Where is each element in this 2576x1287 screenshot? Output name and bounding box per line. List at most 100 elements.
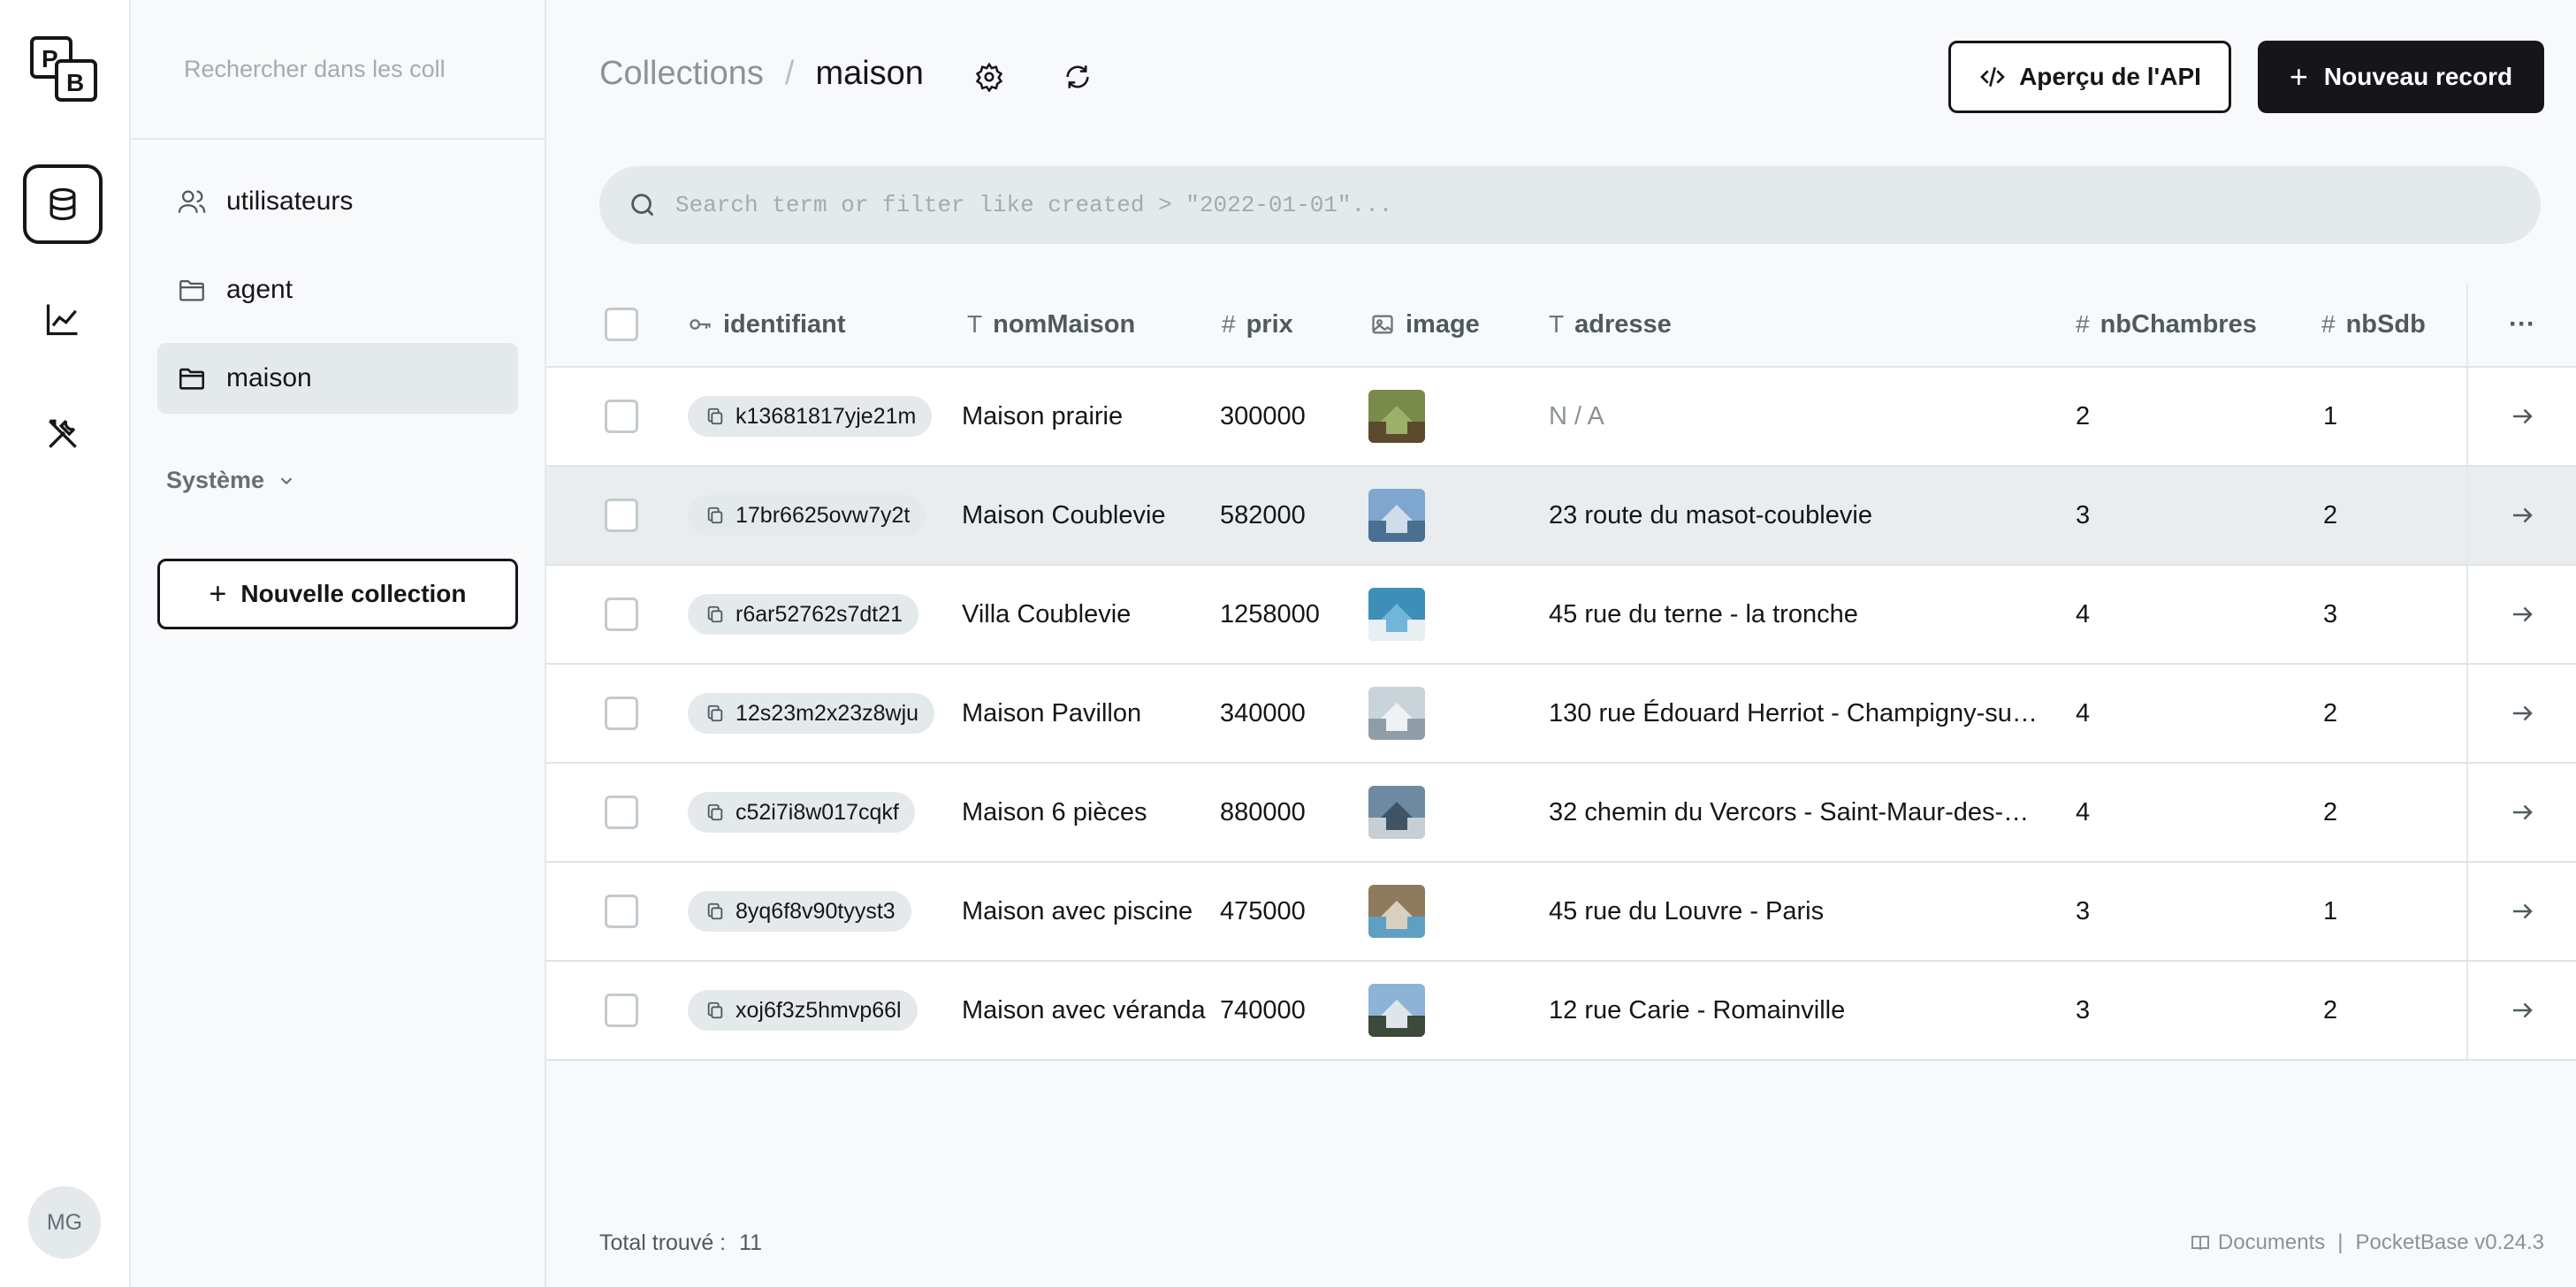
copy-icon	[707, 605, 723, 623]
house-thumbnail[interactable]	[1368, 984, 1425, 1037]
row-checkbox[interactable]	[605, 598, 638, 631]
table-row[interactable]: xoj6f3z5hmvp66l Maison avec véranda 7400…	[546, 962, 2576, 1061]
nomMaison-cell: Villa Coublevie	[962, 599, 1132, 628]
footer-links: Documents | PocketBase v0.24.3	[2190, 1230, 2544, 1255]
row-checkbox[interactable]	[605, 994, 638, 1027]
columns-menu-button[interactable]: ···	[2466, 283, 2576, 366]
rail-collections-button[interactable]	[23, 164, 103, 244]
house-thumbnail[interactable]	[1368, 390, 1425, 443]
column-header-identifiant[interactable]: identifiant	[688, 283, 846, 366]
arrow-right-icon	[2513, 804, 2533, 820]
documentation-link[interactable]: Documents	[2218, 1230, 2325, 1255]
record-id-chip[interactable]: c52i7i8w017cqkf	[688, 792, 915, 833]
row-checkbox[interactable]	[605, 499, 638, 532]
nbSdb-cell: 2	[2323, 995, 2338, 1024]
column-header-prix[interactable]: # prix	[1222, 283, 1293, 366]
row-select-cell	[605, 764, 638, 861]
collections-sidebar: utilisateurs agent maison Système + Nouv…	[131, 0, 546, 1287]
nbChambres-cell: 3	[2076, 896, 2091, 925]
id-cell: 8yq6f8v90tyyst3	[688, 863, 911, 960]
record-id-chip[interactable]: 17br6625ovw7y2t	[688, 495, 926, 536]
record-id-chip[interactable]: 8yq6f8v90tyyst3	[688, 891, 911, 932]
column-header-nbSdb[interactable]: # nbSdb	[2321, 283, 2426, 366]
select-all-cell	[605, 283, 638, 366]
image-icon	[1370, 312, 1395, 337]
image-cell	[1368, 566, 1425, 663]
new-collection-button[interactable]: + Nouvelle collection	[157, 559, 518, 629]
adresse-cell: 32 chemin du Vercors - Saint-Maur-des-Fo…	[1549, 764, 2040, 861]
breadcrumb-root[interactable]: Collections	[599, 55, 764, 93]
pocketbase-logo[interactable]: P B	[29, 35, 98, 103]
svg-text:P: P	[42, 45, 58, 72]
collection-settings-button[interactable]	[971, 58, 1008, 95]
open-record-button[interactable]	[2466, 566, 2576, 663]
column-label: identifiant	[723, 309, 846, 339]
api-preview-label: Aperçu de l'API	[2019, 63, 2201, 90]
house-thumbnail[interactable]	[1368, 588, 1425, 641]
table-row[interactable]: 8yq6f8v90tyyst3 Maison avec piscine 4750…	[546, 863, 2576, 962]
avatar[interactable]: MG	[28, 1186, 101, 1259]
api-preview-button[interactable]: Aperçu de l'API	[1948, 41, 2231, 113]
open-record-button[interactable]	[2466, 467, 2576, 564]
row-checkbox[interactable]	[605, 895, 638, 928]
system-label: Système	[166, 467, 265, 493]
house-thumbnail[interactable]	[1368, 786, 1425, 839]
adresse-cell: 130 rue Édouard Herriot - Champigny-sur-…	[1549, 665, 2040, 762]
id-cell: c52i7i8w017cqkf	[688, 764, 915, 861]
copy-icon	[707, 1001, 723, 1019]
column-label: nbChambres	[2100, 309, 2257, 339]
house-thumbnail[interactable]	[1368, 489, 1425, 542]
record-id-chip[interactable]: xoj6f3z5hmvp66l	[688, 990, 918, 1031]
column-header-adresse[interactable]: T adresse	[1549, 283, 1672, 366]
table-row[interactable]: k13681817yje21m Maison prairie 300000 N …	[546, 368, 2576, 467]
open-record-button[interactable]	[2466, 863, 2576, 960]
record-id-chip[interactable]: r6ar52762s7dt21	[688, 594, 919, 635]
table-row[interactable]: 17br6625ovw7y2t Maison Coublevie 582000 …	[546, 467, 2576, 566]
sidebar-search-input[interactable]	[184, 55, 502, 83]
table-row[interactable]: c52i7i8w017cqkf Maison 6 pièces 880000 3…	[546, 764, 2576, 863]
chevron-down-icon	[280, 476, 293, 484]
system-collections-toggle[interactable]: Système	[166, 467, 296, 494]
column-header-nomMaison[interactable]: T nomMaison	[967, 283, 1135, 366]
version-link[interactable]: PocketBase v0.24.3	[2356, 1230, 2544, 1255]
total-label: Total trouvé :	[599, 1230, 727, 1255]
nbChambres-cell: 4	[2076, 797, 2091, 826]
chart-line-icon	[46, 304, 78, 336]
records-table: identifiant T nomMaison # prix image T a…	[546, 283, 2576, 1061]
rail-settings-button[interactable]	[23, 394, 103, 474]
sidebar-item-agent[interactable]: agent	[157, 255, 518, 325]
row-select-cell	[605, 863, 638, 960]
house-thumbnail[interactable]	[1368, 885, 1425, 938]
house-thumbnail[interactable]	[1368, 687, 1425, 740]
column-header-nbChambres[interactable]: # nbChambres	[2076, 283, 2257, 366]
row-checkbox[interactable]	[605, 796, 638, 829]
arrow-right-icon	[2513, 507, 2533, 523]
row-checkbox[interactable]	[605, 697, 638, 730]
table-row[interactable]: 12s23m2x23z8wju Maison Pavillon 340000 1…	[546, 665, 2576, 764]
open-record-button[interactable]	[2466, 665, 2576, 762]
select-all-checkbox[interactable]	[605, 308, 638, 341]
sidebar-item-utilisateurs[interactable]: utilisateurs	[157, 166, 518, 237]
record-id-chip[interactable]: 12s23m2x23z8wju	[688, 693, 935, 734]
record-id: xoj6f3z5hmvp66l	[735, 997, 902, 1023]
image-cell	[1368, 368, 1425, 465]
row-checkbox[interactable]	[605, 400, 638, 433]
more-icon: ···	[2509, 309, 2535, 339]
rail-logs-button[interactable]	[23, 279, 103, 359]
refresh-button[interactable]	[1059, 58, 1096, 95]
adresse-cell: 23 route du masot-coublevie	[1549, 467, 1872, 564]
records-search-input[interactable]	[675, 192, 2443, 218]
record-id-chip[interactable]: k13681817yje21m	[688, 396, 933, 437]
refresh-icon	[1066, 65, 1089, 88]
open-record-button[interactable]	[2466, 962, 2576, 1059]
new-record-button[interactable]: + Nouveau record	[2258, 41, 2544, 113]
sidebar-item-maison[interactable]: maison	[157, 343, 518, 414]
column-header-image[interactable]: image	[1370, 283, 1480, 366]
footer-separator: |	[2337, 1230, 2344, 1254]
nbChambres-cell: 4	[2076, 698, 2091, 727]
copy-icon	[707, 803, 723, 821]
table-row[interactable]: r6ar52762s7dt21 Villa Coublevie 1258000 …	[546, 566, 2576, 665]
open-record-button[interactable]	[2466, 764, 2576, 861]
open-record-button[interactable]	[2466, 368, 2576, 465]
main-panel: Collections / maison Aperçu de l'API + N…	[546, 0, 2576, 1287]
